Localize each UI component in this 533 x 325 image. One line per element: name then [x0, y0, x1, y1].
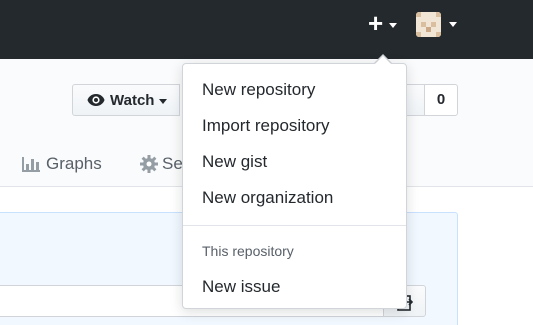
watch-button-label: Watch — [110, 92, 155, 109]
chevron-down-icon — [449, 22, 457, 27]
gear-icon — [140, 155, 158, 173]
graph-icon — [22, 157, 40, 172]
chevron-down-icon — [159, 99, 167, 104]
menu-item-import-repository[interactable]: Import repository — [183, 110, 406, 140]
menu-section-header: This repository — [202, 243, 294, 259]
menu-item-label: New repository — [202, 80, 316, 99]
create-new-dropdown-menu: New repository Import repository New gis… — [182, 63, 407, 309]
chevron-down-icon — [389, 23, 397, 28]
watch-button[interactable]: Watch — [72, 84, 180, 116]
menu-item-label: Import repository — [202, 116, 330, 135]
tab-graphs-label: Graphs — [46, 154, 102, 173]
avatar-icon — [416, 12, 441, 37]
page: + Watch k 0 — [0, 0, 533, 325]
menu-item-new-organization[interactable]: New organization — [183, 182, 406, 212]
fork-count[interactable]: 0 — [424, 84, 458, 116]
menu-item-label: New organization — [202, 188, 334, 207]
menu-item-new-gist[interactable]: New gist — [183, 146, 406, 176]
menu-item-new-issue[interactable]: New issue — [183, 271, 406, 301]
user-menu-button[interactable] — [416, 12, 462, 38]
menu-divider — [183, 225, 406, 226]
eye-icon — [87, 94, 105, 106]
create-new-menu-button[interactable]: + — [366, 8, 400, 38]
menu-item-label: New issue — [202, 277, 281, 296]
plus-icon: + — [368, 8, 384, 38]
top-header-bar: + — [0, 0, 533, 59]
menu-item-new-repository[interactable]: New repository — [183, 74, 406, 104]
tab-settings-label: Se — [162, 154, 183, 173]
menu-item-label: New gist — [202, 152, 268, 171]
dropdown-caret-fill — [375, 56, 391, 64]
